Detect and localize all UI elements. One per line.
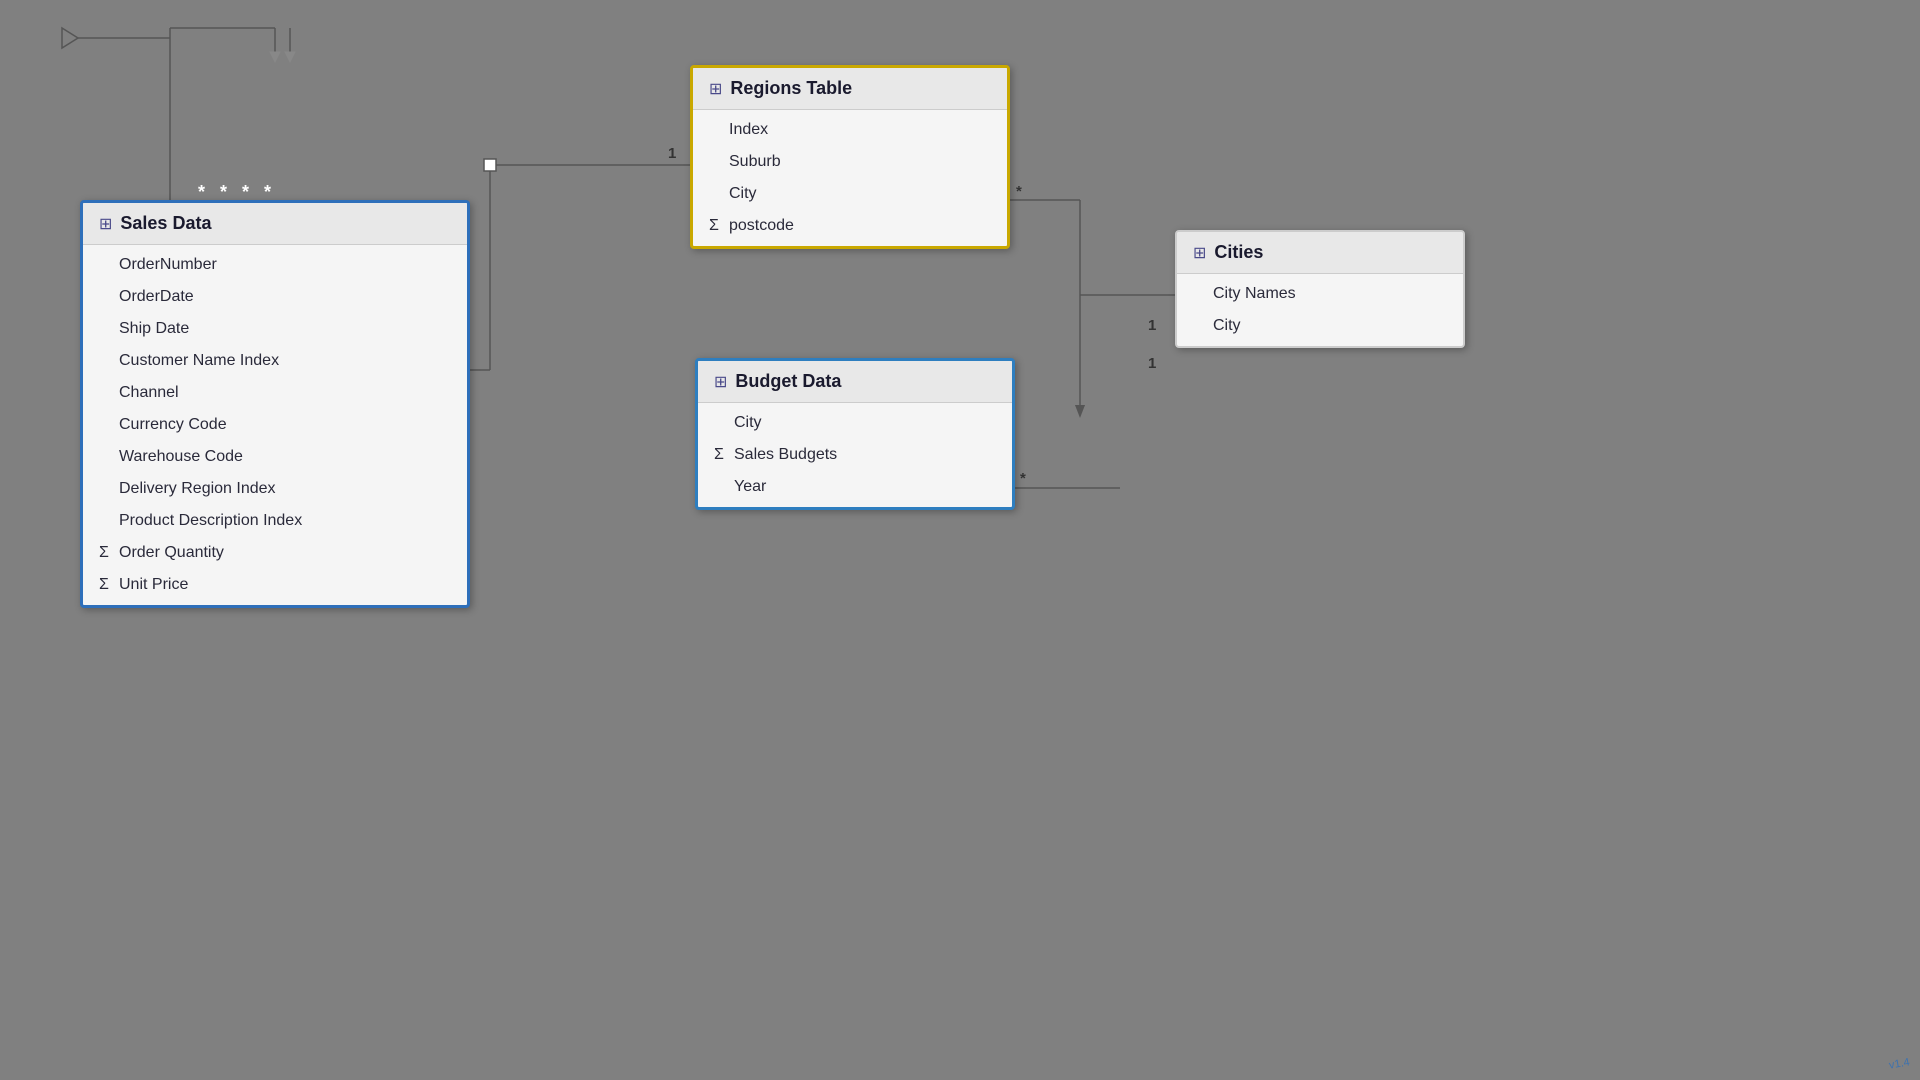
field-year: Year [698,471,1012,503]
field-postcode: postcode [693,210,1007,242]
budget-data-table: ⊞ Budget Data City Sales Budgets Year [695,358,1015,510]
regions-title: Regions Table [730,78,852,99]
field-order-quantity: Order Quantity [83,537,467,569]
field-order-date: OrderDate [83,281,467,313]
cities-body: City Names City [1177,274,1463,346]
field-delivery-region: Delivery Region Index [83,473,467,505]
regions-header: ⊞ Regions Table [693,68,1007,110]
sales-data-body[interactable]: OrderNumber OrderDate Ship Date Customer… [83,245,467,605]
sales-data-table-icon: ⊞ [99,214,112,234]
field-warehouse-code: Warehouse Code [83,441,467,473]
cities-table-icon: ⊞ [1193,243,1206,263]
arrow-down-1 [270,52,280,62]
label-star-budget: * [1020,470,1026,487]
label-1-cities-top: 1 [1148,317,1156,334]
sales-data-header: ⊞ Sales Data [83,203,467,245]
field-index: Index [693,114,1007,146]
star1: * [198,182,205,202]
label-star-regions: * [1016,183,1022,200]
field-city: City [693,178,1007,210]
down-arrow-cities [1075,405,1085,418]
field-ship-date: Ship Date [83,313,467,345]
star4: * [264,182,271,202]
star2: * [220,182,227,202]
sales-data-title: Sales Data [120,213,211,234]
regions-body[interactable]: Index Suburb City postcode [693,110,1007,246]
field-channel: Channel [83,377,467,409]
regions-table: ⊞ Regions Table Index Suburb City postco… [690,65,1010,249]
field-product-desc: Product Description Index [83,505,467,537]
budget-title: Budget Data [735,371,841,392]
field-city-names: City Names [1177,278,1463,310]
label-1-cities-bot: 1 [1148,355,1156,372]
arrow-regions-cities [1075,405,1085,415]
arrow-down-2 [285,52,295,62]
budget-header: ⊞ Budget Data [698,361,1012,403]
field-unit-price: Unit Price [83,569,467,601]
field-currency-code: Currency Code [83,409,467,441]
field-budget-city: City [698,407,1012,439]
watermark: v1.4 [1888,1056,1911,1071]
field-customer-name: Customer Name Index [83,345,467,377]
regions-table-icon: ⊞ [709,79,722,99]
star3: * [242,182,249,202]
budget-table-icon: ⊞ [714,372,727,392]
cities-table: ⊞ Cities City Names City [1175,230,1465,348]
field-sales-budgets: Sales Budgets [698,439,1012,471]
junction-square-sales [484,159,496,171]
budget-body: City Sales Budgets Year [698,403,1012,507]
cities-header: ⊞ Cities [1177,232,1463,274]
sales-data-table: ⊞ Sales Data OrderNumber OrderDate Ship … [80,200,470,608]
field-suburb: Suburb [693,146,1007,178]
cities-title: Cities [1214,242,1263,263]
field-city: City [1177,310,1463,342]
field-order-number: OrderNumber [83,249,467,281]
label-1-regions: 1 [668,145,676,162]
play-icon[interactable] [62,28,78,48]
